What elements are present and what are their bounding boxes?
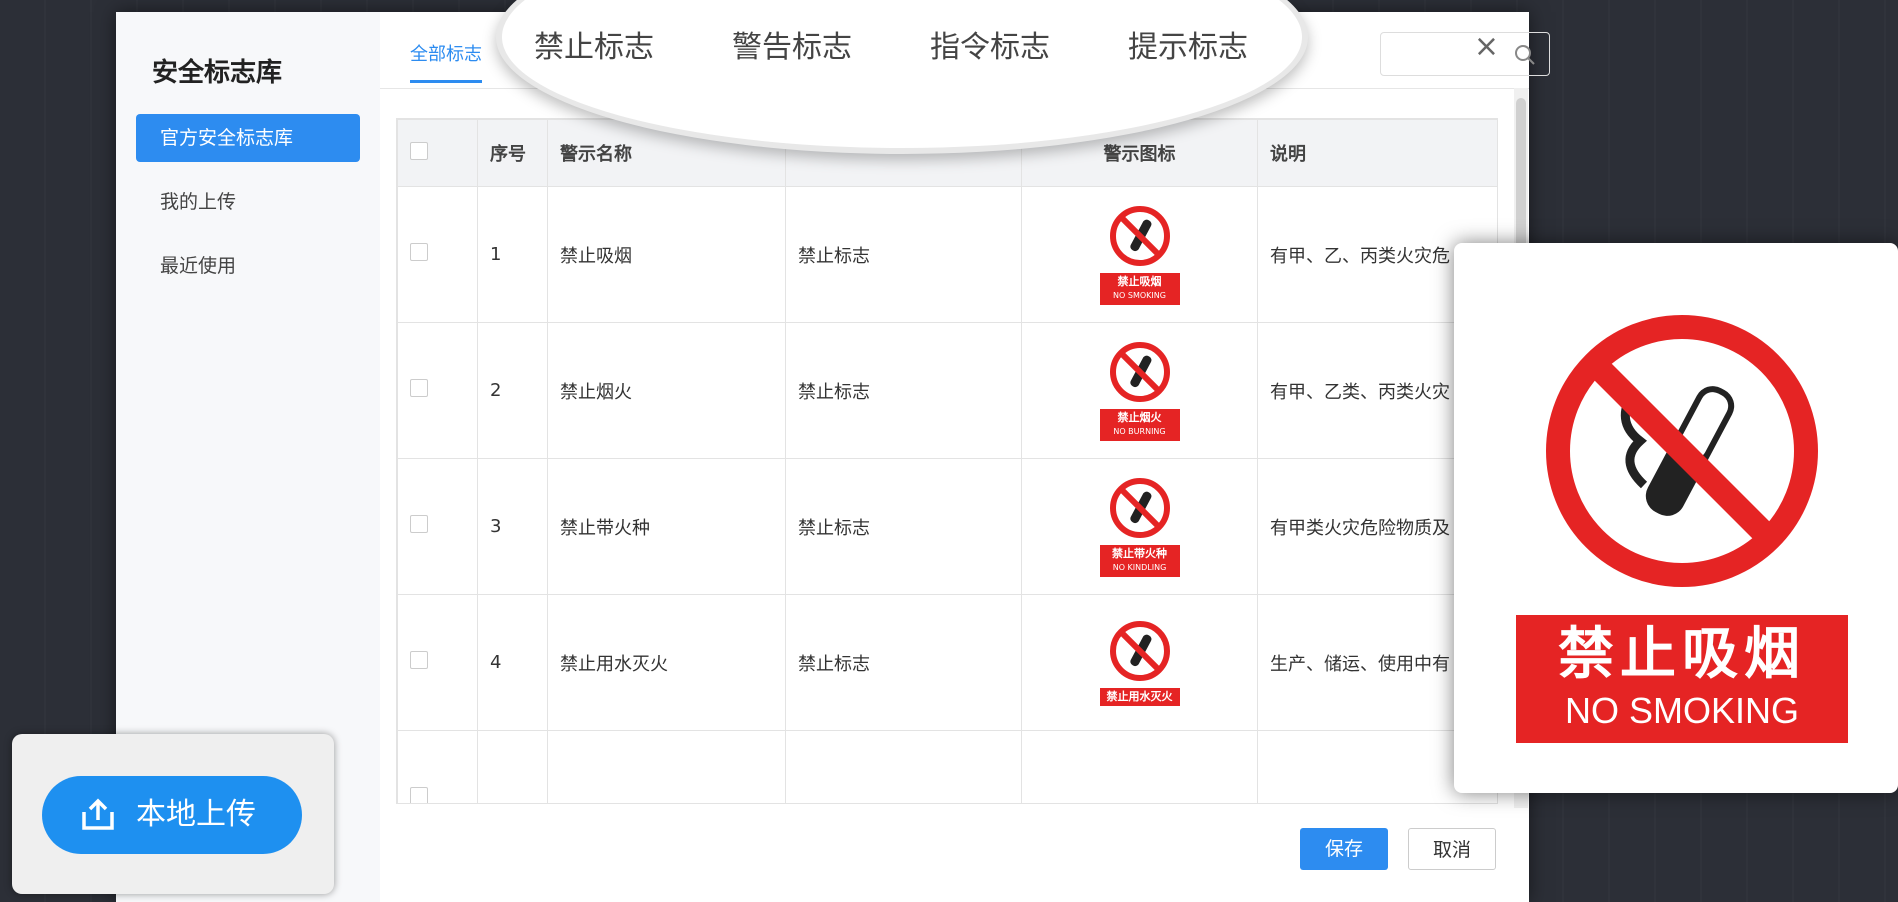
sidebar-item-official-library[interactable]: 官方安全标志库: [136, 114, 360, 162]
tab-warning[interactable]: 警告标志: [732, 22, 852, 66]
save-button[interactable]: 保存: [1300, 828, 1388, 870]
row-select[interactable]: [397, 458, 478, 595]
upload-label: 本地上传: [136, 797, 256, 832]
table-row[interactable]: 3 禁止带火种 禁止标志 禁止带火种 NO KINDLING 有甲类火灾危险物质及: [397, 458, 1497, 595]
prohibition-sign-icon: 禁止用水灭火: [1099, 619, 1180, 706]
sidebar-item-recent[interactable]: 最近使用: [136, 242, 360, 290]
row-select[interactable]: [397, 594, 478, 731]
row-no: 4: [477, 594, 548, 731]
row-sign-cn: 禁止带火种: [1112, 547, 1167, 560]
prohibition-sign-icon: 禁止带火种 NO KINDLING: [1099, 476, 1180, 577]
row-icon: 禁止用水灭火: [1021, 594, 1258, 731]
prohibition-sign-icon: 禁止烟火 NO BURNING: [1099, 340, 1180, 441]
tab-all-signs[interactable]: 全部标志: [410, 40, 482, 83]
tab-prohibition[interactable]: 禁止标志: [534, 22, 654, 66]
row-icon: 禁止吸烟 NO SMOKING: [1021, 186, 1258, 323]
sidebar-title: 安全标志库: [152, 58, 283, 88]
row-name: 禁止烟火: [547, 322, 786, 459]
row-icon: [1021, 730, 1258, 803]
search-icon[interactable]: [1513, 43, 1537, 67]
row-category: 禁止标志: [785, 594, 1022, 731]
checkbox[interactable]: [410, 787, 428, 803]
row-icon: 禁止带火种 NO KINDLING: [1021, 458, 1258, 595]
row-name: 禁止吸烟: [547, 186, 786, 323]
row-category: 禁止标志: [785, 322, 1022, 459]
row-sign-en: NO SMOKING: [1113, 291, 1166, 300]
row-select[interactable]: [397, 186, 478, 323]
tab-information[interactable]: 提示标志: [1128, 22, 1248, 66]
row-category: 禁止标志: [785, 458, 1022, 595]
sign-plate: 禁止吸烟 NO SMOKING: [1516, 615, 1848, 743]
row-category: 禁止标志: [785, 186, 1022, 323]
sign-plate-en: NO SMOKING: [1564, 690, 1800, 731]
close-icon[interactable]: ×: [1474, 32, 1499, 62]
upload-zoom-callout: 本地上传: [12, 734, 334, 894]
row-no: [477, 730, 548, 803]
row-icon: 禁止烟火 NO BURNING: [1021, 322, 1258, 459]
header-no: 序号: [477, 119, 548, 187]
tab-mandatory[interactable]: 指令标志: [930, 22, 1050, 66]
header-select-all[interactable]: [397, 119, 478, 187]
row-no: 2: [477, 322, 548, 459]
row-name: 禁止用水灭火: [547, 594, 786, 731]
table-row[interactable]: [397, 730, 1497, 803]
table-row[interactable]: 1 禁止吸烟 禁止标志 禁止吸烟 NO SMOKING 有甲、乙、丙类火灾危: [397, 186, 1497, 323]
no-smoking-sign-icon: [1546, 315, 1818, 587]
sidebar-item-my-uploads[interactable]: 我的上传: [136, 178, 360, 226]
row-sign-en: NO BURNING: [1113, 427, 1166, 436]
upload-icon: [82, 798, 114, 830]
row-select[interactable]: [397, 730, 478, 803]
sign-preview-zoom: 禁止吸烟 NO SMOKING: [1454, 243, 1898, 793]
sign-plate-cn: 禁止吸烟: [1558, 622, 1806, 687]
search-input[interactable]: [1380, 32, 1550, 76]
table-row[interactable]: 2 禁止烟火 禁止标志 禁止烟火 NO BURNING 有甲、乙类、丙类火灾: [397, 322, 1497, 459]
row-category: [785, 730, 1022, 803]
checkbox[interactable]: [410, 515, 428, 533]
row-sign-en: NO KINDLING: [1112, 563, 1167, 572]
row-no: 3: [477, 458, 548, 595]
prohibition-sign-icon: 禁止吸烟 NO SMOKING: [1099, 204, 1180, 305]
row-name: 禁止带火种: [547, 458, 786, 595]
row-sign-cn: 禁止烟火: [1117, 411, 1162, 424]
cancel-button[interactable]: 取消: [1408, 828, 1496, 870]
checkbox[interactable]: [410, 243, 428, 261]
row-sign-cn: 禁止用水灭火: [1106, 690, 1173, 703]
row-name: [547, 730, 786, 803]
sign-table: 序号 警示名称 警示图标 说明 1 禁止吸烟 禁止标志 禁止吸烟 NO SMOKING 有…: [396, 118, 1498, 804]
row-select[interactable]: [397, 322, 478, 459]
local-upload-button[interactable]: 本地上传: [42, 776, 302, 854]
header-desc: 说明: [1257, 119, 1497, 187]
checkbox[interactable]: [410, 141, 428, 160]
checkbox[interactable]: [410, 379, 428, 397]
row-no: 1: [477, 186, 548, 323]
row-sign-cn: 禁止吸烟: [1117, 275, 1162, 288]
checkbox[interactable]: [410, 651, 428, 669]
table-row[interactable]: 4 禁止用水灭火 禁止标志 禁止用水灭火 生产、储运、使用中有: [397, 594, 1497, 731]
